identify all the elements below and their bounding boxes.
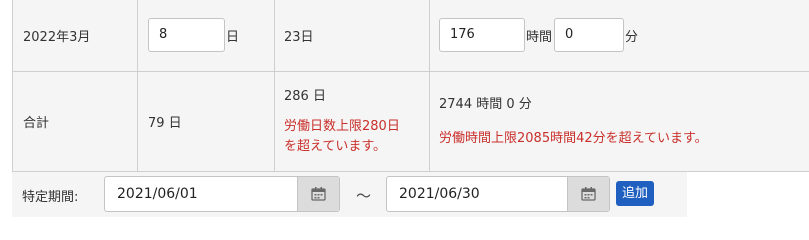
month-row: 2022年3月 8日 23日 176 時間 0 分 [12, 0, 809, 72]
total-label: 合計 [23, 116, 50, 131]
hours-warning: 労働時間上限2085時間42分を超えています。 [439, 130, 708, 146]
total-days: 79 日 [148, 116, 182, 131]
total-limit-days: 286 日 [284, 88, 326, 104]
days-warning-line1: 労働日数上限280日 [284, 118, 400, 134]
work-summary-table: 2022年3月 8日 23日 176 時間 0 分 合計 79 日 286 日 労働日… [12, 0, 809, 172]
limit-days: 23日 [284, 29, 314, 45]
hours-cell: 176 時間 0 分 [429, 0, 809, 72]
month-label: 2022年3月 [23, 29, 91, 45]
calendar-icon [581, 187, 596, 201]
hours-input[interactable]: 176 [439, 18, 525, 52]
total-hours: 2744 時間 0 分 [439, 96, 532, 112]
end-date-input[interactable]: 2021/06/30 [387, 177, 567, 211]
end-date-field: 2021/06/30 [386, 176, 610, 212]
month-label-cell: 2022年3月 [12, 0, 138, 72]
start-date-input[interactable]: 2021/06/01 [105, 177, 297, 211]
days-warning-line2: を超えています。 [284, 138, 387, 154]
total-row: 合計 79 日 286 日 労働日数上限280日 を超えています。 2744 時… [12, 71, 809, 172]
specific-period-bar: 特定期間: 2021/06/01 ～ 2021/06/30 追加 [12, 172, 687, 217]
period-separator: ～ [356, 187, 372, 205]
hours-unit: 時間 [526, 29, 553, 45]
days-cell: 8日 [137, 0, 275, 72]
calendar-icon [311, 187, 326, 201]
total-days-cell: 79 日 [137, 71, 275, 172]
start-date-calendar-button[interactable] [297, 177, 339, 211]
period-label: 特定期間: [22, 190, 79, 205]
days-unit: 日 [226, 29, 240, 45]
total-hours-cell: 2744 時間 0 分 労働時間上限2085時間42分を超えています。 [429, 71, 809, 172]
minutes-unit: 分 [625, 29, 639, 45]
total-limit-days-cell: 286 日 労働日数上限280日 を超えています。 [274, 71, 430, 172]
limit-days-cell: 23日 [274, 0, 430, 72]
add-button[interactable]: 追加 [616, 181, 655, 206]
days-input[interactable]: 8 [148, 18, 225, 52]
start-date-field: 2021/06/01 [104, 176, 340, 212]
total-label-cell: 合計 [12, 71, 138, 172]
end-date-calendar-button[interactable] [567, 177, 609, 211]
minutes-input[interactable]: 0 [554, 18, 625, 52]
